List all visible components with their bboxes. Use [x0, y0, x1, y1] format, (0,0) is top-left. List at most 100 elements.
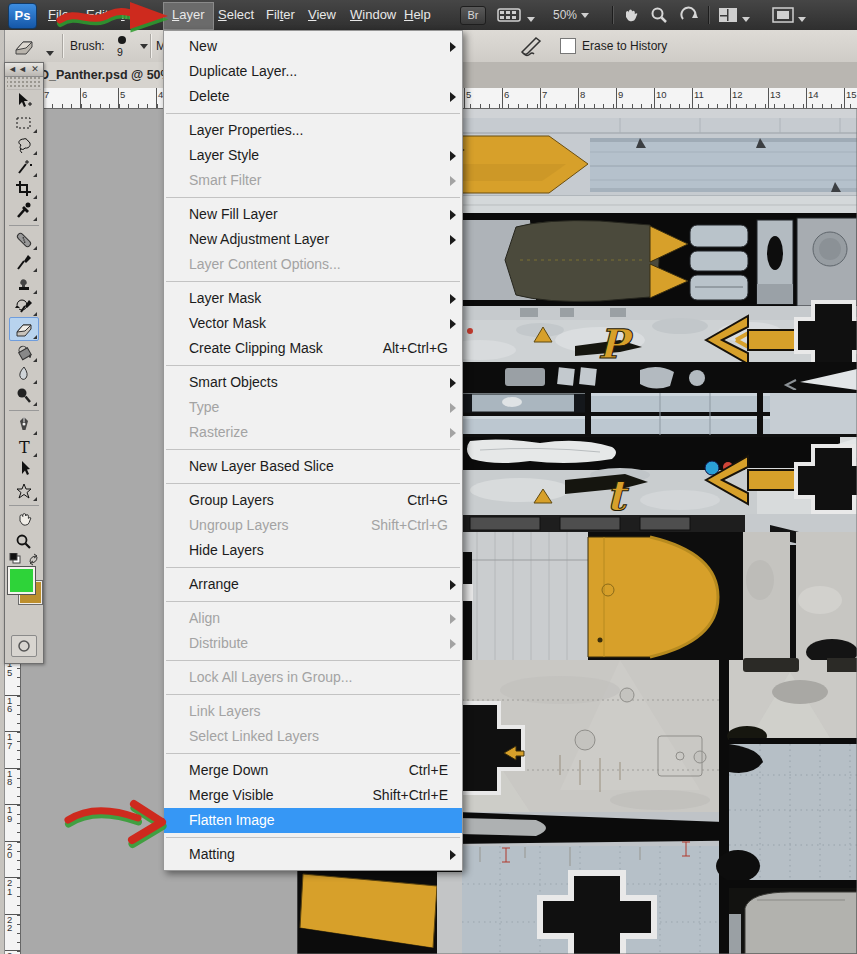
menu-item-lock-all-layers-in-group[interactable]: Lock All Layers in Group...	[164, 665, 462, 690]
menu-item-delete[interactable]: Delete	[164, 84, 462, 109]
menu-item-smart-objects[interactable]: Smart Objects	[164, 370, 462, 395]
submenu-arrow-icon	[450, 614, 456, 624]
menubar-view[interactable]: View	[300, 2, 344, 28]
crop-tool[interactable]	[10, 178, 38, 200]
menu-separator	[166, 837, 460, 838]
menu-item-rasterize[interactable]: Rasterize	[164, 420, 462, 445]
menu-item-align[interactable]: Align	[164, 606, 462, 631]
hand-tool[interactable]	[10, 509, 38, 531]
submenu-arrow-icon	[450, 403, 456, 413]
magnifier-icon	[650, 6, 668, 24]
menubar-help[interactable]: Help	[396, 2, 439, 28]
photoshop-logo[interactable]: Ps	[8, 3, 37, 29]
menu-separator	[166, 601, 460, 602]
swap-colors-icon[interactable]	[27, 553, 43, 567]
menu-item-arrange[interactable]: Arrange	[164, 572, 462, 597]
submenu-arrow-icon	[450, 151, 456, 161]
menu-item-distribute[interactable]: Distribute	[164, 631, 462, 656]
brush-label: Brush:	[70, 39, 105, 53]
marquee-tool[interactable]	[10, 112, 38, 134]
erase-history-checkbox[interactable]	[560, 38, 576, 54]
menu-item-ungroup-layers[interactable]: Ungroup LayersShift+Ctrl+G	[164, 513, 462, 538]
blur-tool[interactable]	[10, 363, 38, 385]
menu-item-vector-mask[interactable]: Vector Mask	[164, 311, 462, 336]
submenu-arrow-icon	[450, 639, 456, 649]
menu-item-layer-properties[interactable]: Layer Properties...	[164, 118, 462, 143]
rotate-view-button[interactable]	[679, 6, 699, 27]
toolbox-grip[interactable]	[7, 77, 41, 90]
submenu-arrow-icon	[450, 210, 456, 220]
rotate-icon	[679, 6, 699, 24]
hand-tool-button[interactable]	[620, 6, 640, 27]
photoshop-window: P	[0, 0, 857, 954]
menu-item-new-adjustment-layer[interactable]: New Adjustment Layer	[164, 227, 462, 252]
menu-item-flatten-image[interactable]: Flatten Image	[164, 808, 462, 833]
eraser-tool[interactable]	[9, 317, 39, 341]
annotation-arrow-layer-menu	[52, 0, 174, 36]
submenu-arrow-icon	[450, 92, 456, 102]
pen-tool[interactable]	[10, 414, 38, 436]
zoom-tool[interactable]	[10, 531, 38, 553]
lasso-tool[interactable]	[10, 134, 38, 156]
hand-icon	[620, 6, 640, 24]
erase-history-label: Erase to History	[582, 39, 667, 53]
menu-separator	[166, 694, 460, 695]
pathselect-tool[interactable]	[10, 458, 38, 480]
menu-item-select-linked-layers[interactable]: Select Linked Layers	[164, 724, 462, 749]
stamp-tool[interactable]	[10, 273, 38, 295]
heal-tool[interactable]	[10, 229, 38, 251]
move-tool[interactable]	[10, 90, 38, 112]
history-tool[interactable]	[10, 295, 38, 317]
menu-separator	[166, 449, 460, 450]
eyedropper-tool[interactable]	[10, 200, 38, 222]
zoom-level-control[interactable]: 50%	[553, 8, 589, 22]
menu-item-layer-content-options[interactable]: Layer Content Options...	[164, 252, 462, 277]
shape-tool[interactable]	[10, 480, 38, 502]
menu-item-smart-filter[interactable]: Smart Filter	[164, 168, 462, 193]
brush-preset-picker[interactable]: 9	[112, 33, 152, 59]
menubar-select[interactable]: Select	[210, 2, 262, 28]
view-extras-button[interactable]	[497, 7, 535, 26]
arrange-documents-button[interactable]	[718, 7, 750, 26]
menu-item-layer-mask[interactable]: Layer Mask	[164, 286, 462, 311]
layer-menu-dropdown: NewDuplicate Layer...Delete Layer Propert…	[163, 30, 463, 871]
bucket-tool[interactable]	[10, 341, 38, 363]
screen-mode-button[interactable]	[772, 7, 806, 26]
toolbox-header[interactable]: ◄◄ ✕	[5, 63, 43, 77]
menu-item-create-clipping-mask[interactable]: Create Clipping MaskAlt+Ctrl+G	[164, 336, 462, 361]
foreground-color-swatch[interactable]	[8, 567, 35, 594]
menu-item-new-fill-layer[interactable]: New Fill Layer	[164, 202, 462, 227]
menu-item-layer-style[interactable]: Layer Style	[164, 143, 462, 168]
menu-item-merge-visible[interactable]: Merge VisibleShift+Ctrl+E	[164, 783, 462, 808]
submenu-arrow-icon	[450, 580, 456, 590]
zoom-tool-button[interactable]	[650, 6, 668, 27]
menu-item-matting[interactable]: Matting	[164, 842, 462, 867]
tool-preset-eraser[interactable]	[12, 34, 54, 62]
menubar-filter[interactable]: Filter	[258, 2, 303, 28]
menu-item-new-layer-based-slice[interactable]: New Layer Based Slice	[164, 454, 462, 479]
bridge-button[interactable]: Br	[460, 6, 486, 25]
annotation-arrow-flatten-image	[58, 795, 170, 855]
brush-tool[interactable]	[10, 251, 38, 273]
menu-item-hide-layers[interactable]: Hide Layers	[164, 538, 462, 563]
menu-item-duplicate-layer[interactable]: Duplicate Layer...	[164, 59, 462, 84]
menu-separator	[166, 281, 460, 282]
filmstrip-icon	[497, 7, 523, 23]
menu-item-type[interactable]: Type	[164, 395, 462, 420]
type-tool[interactable]: T	[10, 436, 38, 458]
quick-mask-button[interactable]	[11, 635, 37, 657]
toolbox: ◄◄ ✕ T	[4, 62, 44, 664]
menu-item-group-layers[interactable]: Group LayersCtrl+G	[164, 488, 462, 513]
menu-item-merge-down[interactable]: Merge DownCtrl+E	[164, 758, 462, 783]
menu-separator	[166, 483, 460, 484]
wand-tool[interactable]	[10, 156, 38, 178]
menu-separator	[166, 113, 460, 114]
submenu-arrow-icon	[450, 428, 456, 438]
menu-item-link-layers[interactable]: Link Layers	[164, 699, 462, 724]
menu-item-new[interactable]: New	[164, 34, 462, 59]
menu-separator	[166, 753, 460, 754]
menubar-window[interactable]: Window	[342, 2, 404, 28]
submenu-arrow-icon	[450, 850, 456, 860]
submenu-arrow-icon	[450, 378, 456, 388]
dodge-tool[interactable]	[10, 385, 38, 407]
